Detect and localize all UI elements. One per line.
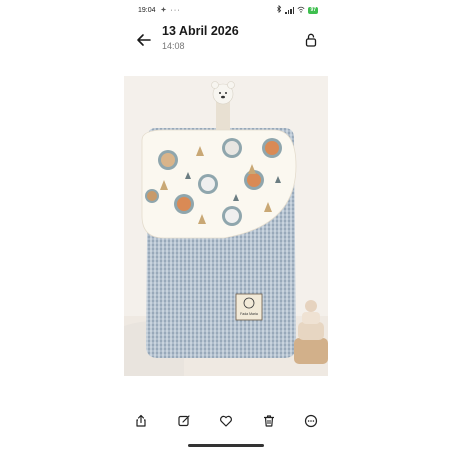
favorite-button[interactable] [215, 410, 237, 432]
lock-button[interactable] [303, 32, 319, 48]
arrow-left-icon [137, 34, 151, 46]
heart-icon [220, 415, 232, 427]
photo-time-subtitle: 14:08 [162, 41, 185, 51]
lock-icon [305, 33, 317, 47]
edit-icon [177, 415, 190, 427]
status-bar: 19:04 ··· 97 [138, 4, 318, 16]
share-icon [136, 414, 146, 427]
wifi-icon [297, 6, 305, 15]
photo-header: 13 Abril 2026 14:08 [134, 22, 319, 56]
photo-image[interactable]: Fada Maria [124, 76, 328, 376]
status-time: 19:04 [138, 6, 156, 14]
delete-button[interactable] [258, 410, 280, 432]
back-button[interactable] [134, 30, 154, 50]
more-icon [304, 414, 318, 428]
share-button[interactable] [130, 410, 152, 432]
battery-icon: 97 [308, 6, 318, 14]
bottom-toolbar [130, 410, 322, 432]
home-indicator[interactable] [188, 444, 264, 447]
label-tag-text: Fada Maria [240, 312, 258, 316]
photo-date-title: 13 Abril 2026 [162, 24, 239, 38]
bluetooth-icon [276, 4, 282, 15]
more-notifications-icon: ··· [170, 6, 181, 14]
trash-icon [263, 415, 274, 427]
signal-icon [285, 6, 295, 14]
more-button[interactable] [300, 410, 322, 432]
notification-icon [160, 6, 167, 15]
edit-button[interactable] [173, 410, 195, 432]
